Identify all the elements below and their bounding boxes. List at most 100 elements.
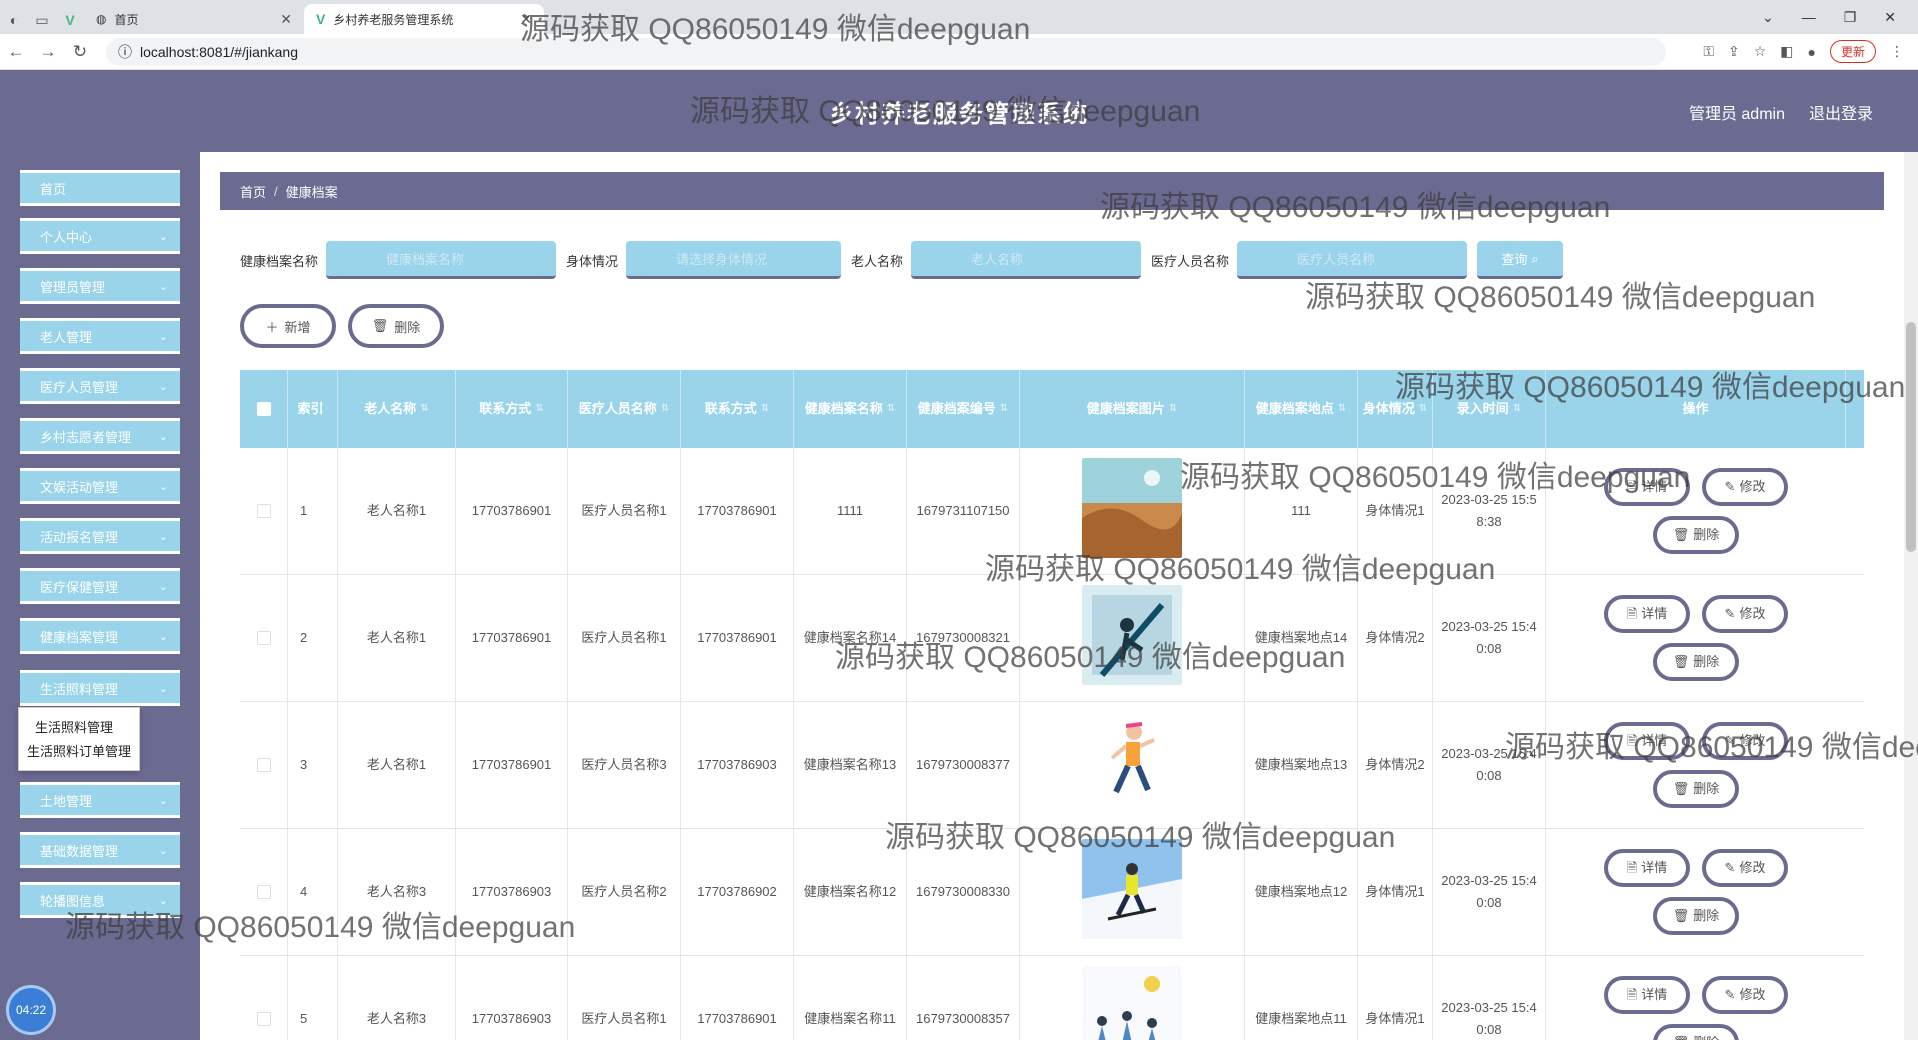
logout-link[interactable]: 退出登录 [1809, 100, 1873, 124]
search-button[interactable]: 查询 ⌕ [1477, 241, 1564, 279]
sidebar-item[interactable]: 活动报名管理 ⌄ [20, 518, 180, 554]
close-window-icon[interactable]: ✕ [1884, 9, 1896, 26]
scroll-thumb[interactable] [1906, 322, 1916, 552]
key-icon[interactable]: ⚿ [1703, 43, 1714, 60]
restore-icon[interactable]: ❐ [1844, 9, 1857, 26]
sort-icon[interactable]: ⇅ [535, 398, 543, 420]
sort-icon[interactable]: ⇅ [761, 398, 769, 420]
detail-button[interactable]: 🗎 详情 [1604, 976, 1690, 1014]
sidebar-item[interactable]: 个人中心 ⌄ [20, 218, 180, 254]
edit-button[interactable]: ✎ 修改 [1702, 722, 1788, 760]
edit-button[interactable]: ✎ 修改 [1702, 595, 1788, 633]
cell-value: 健康档案地点12 [1254, 884, 1348, 899]
column-header[interactable]: 操作 [1546, 370, 1846, 448]
breadcrumb-home[interactable]: 首页 [240, 182, 266, 201]
row-delete-button[interactable]: 🗑删除 [1653, 897, 1739, 935]
more-icon[interactable]: ⋮ [1890, 43, 1904, 60]
sidepanel-icon[interactable]: ◧ [1780, 43, 1793, 60]
page-scrollbar[interactable] [1904, 152, 1918, 1040]
close-icon[interactable]: ✕ [520, 11, 532, 28]
info-icon[interactable]: ⓘ [118, 42, 132, 62]
column-header[interactable]: 索引 [288, 370, 338, 448]
detail-button[interactable]: 🗎 详情 [1604, 468, 1690, 506]
sort-icon[interactable]: ⇅ [887, 398, 895, 420]
sort-icon[interactable]: ⇅ [1338, 398, 1346, 420]
column-header[interactable]: 健康档案图片 ⇅ [1020, 370, 1245, 448]
column-header[interactable]: 老人名称 ⇅ [338, 370, 456, 448]
row-checkbox[interactable] [256, 885, 271, 899]
cell-value: 健康档案名称14 [803, 630, 897, 645]
row-checkbox[interactable] [256, 504, 271, 518]
sort-icon[interactable]: ⇅ [1513, 398, 1521, 420]
row-delete-button[interactable]: 🗑删除 [1653, 1024, 1739, 1040]
record-thumbnail[interactable] [1082, 965, 1182, 1040]
column-header[interactable]: 录入时间 ⇅ [1433, 370, 1546, 448]
submenu-item[interactable]: 生活照料订单管理 [23, 740, 135, 764]
sidebar-item[interactable]: 文娱活动管理 ⌄ [20, 468, 180, 504]
row-delete-button[interactable]: 🗑删除 [1653, 643, 1739, 681]
minimize-icon[interactable]: — [1802, 9, 1816, 26]
update-button[interactable]: 更新 [1829, 40, 1876, 63]
edit-button[interactable]: ✎ 修改 [1702, 976, 1788, 1014]
detail-button[interactable]: 🗎 详情 [1604, 595, 1690, 633]
back-icon[interactable]: ← [0, 42, 32, 62]
sidebar-item[interactable]: 医疗人员管理 ⌄ [20, 368, 180, 404]
row-checkbox[interactable] [256, 758, 271, 772]
column-header[interactable]: 健康档案地点 ⇅ [1245, 370, 1358, 448]
sidebar-item[interactable]: 土地管理 ⌄ [20, 782, 180, 818]
sort-icon[interactable]: ⇅ [661, 398, 669, 420]
delete-button[interactable]: 🗑 删除 [348, 304, 444, 348]
detail-button[interactable]: 🗎 详情 [1604, 722, 1690, 760]
sidebar-item[interactable]: 医疗保健管理 ⌄ [20, 568, 180, 604]
sidebar-item[interactable]: 老人管理 ⌄ [20, 318, 180, 354]
column-header[interactable]: 身体情况 ⇅ [1358, 370, 1433, 448]
share-icon[interactable]: ⇪ [1728, 43, 1740, 60]
profile-icon[interactable]: ● [1808, 44, 1816, 60]
search-select-status[interactable]: 请选择身体情况 [626, 241, 842, 279]
row-delete-button[interactable]: 🗑删除 [1653, 516, 1739, 554]
column-header[interactable]: 联系方式 ⇅ [456, 370, 568, 448]
edit-button[interactable]: ✎ 修改 [1702, 468, 1788, 506]
sidebar-item[interactable]: 乡村志愿者管理 ⌄ [20, 418, 180, 454]
add-button[interactable]: ＋ 新增 [240, 304, 336, 348]
pinned-tab-vue-icon[interactable]: V [56, 6, 84, 34]
url-field[interactable]: ⓘ localhost:8081/#/jiankang [106, 37, 1666, 66]
forward-icon[interactable]: → [32, 42, 64, 62]
sidebar-item[interactable]: 首页 [20, 170, 180, 206]
row-delete-button[interactable]: 🗑删除 [1653, 770, 1739, 808]
sidebar-item[interactable]: 健康档案管理 ⌄ [20, 618, 180, 654]
sidebar-item[interactable]: 基础数据管理 ⌄ [20, 832, 180, 868]
browser-tab-active[interactable]: V 乡村养老服务管理系统 ✕ [304, 4, 544, 34]
browser-tab[interactable]: ◍ 首页 ✕ [84, 4, 304, 34]
search-input-staff[interactable]: 医疗人员名称 [1237, 241, 1468, 279]
record-thumbnail[interactable] [1082, 711, 1182, 819]
record-thumbnail[interactable] [1082, 584, 1182, 692]
reload-icon[interactable]: ↻ [64, 42, 96, 62]
sort-icon[interactable]: ⇅ [1000, 398, 1008, 420]
submenu-item[interactable]: 生活照料管理 [23, 716, 135, 740]
chevron-down-icon[interactable]: ⌄ [1762, 9, 1774, 26]
sidebar-item[interactable]: 生活照料管理 ⌄ [20, 670, 180, 706]
sidebar-item[interactable]: 管理员管理 ⌄ [20, 268, 180, 304]
column-header[interactable]: 健康档案编号 ⇅ [907, 370, 1020, 448]
column-header[interactable]: 健康档案名称 ⇅ [794, 370, 907, 448]
sort-icon[interactable]: ⇅ [1169, 398, 1177, 420]
column-header[interactable]: 医疗人员名称 ⇅ [568, 370, 681, 448]
record-thumbnail[interactable] [1082, 838, 1182, 946]
row-checkbox[interactable] [256, 631, 271, 645]
detail-button[interactable]: 🗎 详情 [1604, 849, 1690, 887]
pinned-tab-icon[interactable]: ◐ [0, 6, 28, 34]
star-icon[interactable]: ☆ [1754, 43, 1767, 60]
row-checkbox[interactable] [256, 1012, 271, 1026]
sort-icon[interactable]: ⇅ [420, 398, 428, 420]
close-icon[interactable]: ✕ [280, 11, 292, 28]
edit-button[interactable]: ✎ 修改 [1702, 849, 1788, 887]
select-all-checkbox[interactable] [256, 402, 271, 416]
search-input-name[interactable]: 健康档案名称 [326, 241, 557, 279]
pinned-tab-icon[interactable]: ▭ [28, 6, 56, 34]
record-thumbnail[interactable] [1082, 457, 1182, 565]
sidebar-item[interactable]: 轮播图信息 ⌄ [20, 882, 180, 918]
column-header[interactable]: 联系方式 ⇅ [681, 370, 794, 448]
sort-icon[interactable]: ⇅ [1419, 398, 1427, 420]
search-input-elder[interactable]: 老人名称 [911, 241, 1142, 279]
